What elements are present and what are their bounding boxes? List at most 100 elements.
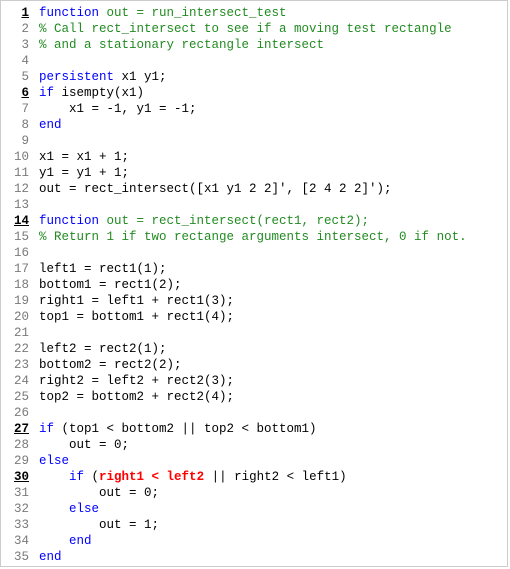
line-number: 20 <box>1 309 39 325</box>
line-number: 11 <box>1 165 39 181</box>
code-content: bottom1 = rect1(2); <box>39 277 507 293</box>
code-line: 15% Return 1 if two rectange arguments i… <box>1 229 507 245</box>
code-line: 9 <box>1 133 507 149</box>
code-line: 1function out = run_intersect_test <box>1 5 507 21</box>
code-content: out = rect_intersect([x1 y1 2 2]', [2 4 … <box>39 181 507 197</box>
code-content: right2 = left2 + rect2(3); <box>39 373 507 389</box>
code-line: 14function out = rect_intersect(rect1, r… <box>1 213 507 229</box>
comment: % and a stationary rectangle intersect <box>39 38 324 52</box>
code-content: % Call rect_intersect to see if a moving… <box>39 21 507 37</box>
code-text: out = rect_intersect([x1 y1 2 2]', [2 4 … <box>39 182 392 196</box>
line-number: 31 <box>1 485 39 501</box>
line-number: 23 <box>1 357 39 373</box>
code-text: right2 = left2 + rect2(3); <box>39 374 234 388</box>
code-text <box>39 534 69 548</box>
code-content: if isempty(x1) <box>39 85 507 101</box>
line-number: 4 <box>1 53 39 69</box>
comment: % Call rect_intersect to see if a moving… <box>39 22 452 36</box>
code-content: end <box>39 117 507 133</box>
line-number-executable[interactable]: 30 <box>1 469 39 485</box>
line-number: 21 <box>1 325 39 341</box>
code-line: 12out = rect_intersect([x1 y1 2 2]', [2 … <box>1 181 507 197</box>
code-content: end <box>39 533 507 549</box>
code-content <box>39 405 507 421</box>
code-text: x1 y1; <box>114 70 167 84</box>
code-content <box>39 133 507 149</box>
line-number-executable[interactable]: 6 <box>1 85 39 101</box>
code-line: 28 out = 0; <box>1 437 507 453</box>
code-line: 31 out = 0; <box>1 485 507 501</box>
code-text: top2 = bottom2 + rect2(4); <box>39 390 234 404</box>
code-line: 13 <box>1 197 507 213</box>
code-line: 21 <box>1 325 507 341</box>
code-text: x1 = -1, y1 = -1; <box>39 102 197 116</box>
keyword: function <box>39 6 99 20</box>
line-number: 9 <box>1 133 39 149</box>
code-text <box>39 502 69 516</box>
code-text: isempty(x1) <box>54 86 144 100</box>
function-signature: out = rect_intersect(rect1, rect2); <box>99 214 369 228</box>
code-line: 11y1 = y1 + 1; <box>1 165 507 181</box>
line-number-executable[interactable]: 14 <box>1 213 39 229</box>
code-content: out = 0; <box>39 437 507 453</box>
code-line: 2% Call rect_intersect to see if a movin… <box>1 21 507 37</box>
keyword: else <box>39 454 69 468</box>
code-content: right1 = left1 + rect1(3); <box>39 293 507 309</box>
code-text: y1 = y1 + 1; <box>39 166 129 180</box>
code-content <box>39 325 507 341</box>
code-content <box>39 53 507 69</box>
code-line: 16 <box>1 245 507 261</box>
code-text: right1 = left1 + rect1(3); <box>39 294 234 308</box>
code-content: x1 = -1, y1 = -1; <box>39 101 507 117</box>
code-line: 34 end <box>1 533 507 549</box>
code-content: % Return 1 if two rectange arguments int… <box>39 229 507 245</box>
line-number: 32 <box>1 501 39 517</box>
line-number: 15 <box>1 229 39 245</box>
keyword: function <box>39 214 99 228</box>
code-text: top1 = bottom1 + rect1(4); <box>39 310 234 324</box>
line-number: 12 <box>1 181 39 197</box>
line-number: 34 <box>1 533 39 549</box>
code-content: top2 = bottom2 + rect2(4); <box>39 389 507 405</box>
code-line: 17left1 = rect1(1); <box>1 261 507 277</box>
code-line: 7 x1 = -1, y1 = -1; <box>1 101 507 117</box>
code-content: x1 = x1 + 1; <box>39 149 507 165</box>
keyword: end <box>39 550 62 564</box>
line-number: 26 <box>1 405 39 421</box>
code-line: 19right1 = left1 + rect1(3); <box>1 293 507 309</box>
function-signature: out = run_intersect_test <box>99 6 287 20</box>
keyword: persistent <box>39 70 114 84</box>
keyword: if <box>39 422 54 436</box>
code-line: 10x1 = x1 + 1; <box>1 149 507 165</box>
line-number: 7 <box>1 101 39 117</box>
line-number: 17 <box>1 261 39 277</box>
code-text: out = 0; <box>39 486 159 500</box>
code-content: y1 = y1 + 1; <box>39 165 507 181</box>
line-number: 25 <box>1 389 39 405</box>
code-text: ( <box>84 470 99 484</box>
code-content: % and a stationary rectangle intersect <box>39 37 507 53</box>
code-line: 35end <box>1 549 507 565</box>
code-line: 29else <box>1 453 507 469</box>
line-number-executable[interactable]: 1 <box>1 5 39 21</box>
line-number: 24 <box>1 373 39 389</box>
code-text: left1 = rect1(1); <box>39 262 167 276</box>
line-number: 10 <box>1 149 39 165</box>
code-content: bottom2 = rect2(2); <box>39 357 507 373</box>
keyword: end <box>69 534 92 548</box>
code-line: 30 if (right1 < left2 || right2 < left1) <box>1 469 507 485</box>
code-content: if (right1 < left2 || right2 < left1) <box>39 469 507 485</box>
line-number: 2 <box>1 21 39 37</box>
line-number: 18 <box>1 277 39 293</box>
line-number: 28 <box>1 437 39 453</box>
keyword: if <box>39 86 54 100</box>
code-content <box>39 197 507 213</box>
comment: % Return 1 if two rectange arguments int… <box>39 230 467 244</box>
code-line: 6if isempty(x1) <box>1 85 507 101</box>
code-editor: 1function out = run_intersect_test2% Cal… <box>0 0 508 567</box>
code-text: (top1 < bottom2 || top2 < bottom1) <box>54 422 317 436</box>
code-text: bottom2 = rect2(2); <box>39 358 182 372</box>
line-number: 16 <box>1 245 39 261</box>
code-line: 23bottom2 = rect2(2); <box>1 357 507 373</box>
line-number-executable[interactable]: 27 <box>1 421 39 437</box>
